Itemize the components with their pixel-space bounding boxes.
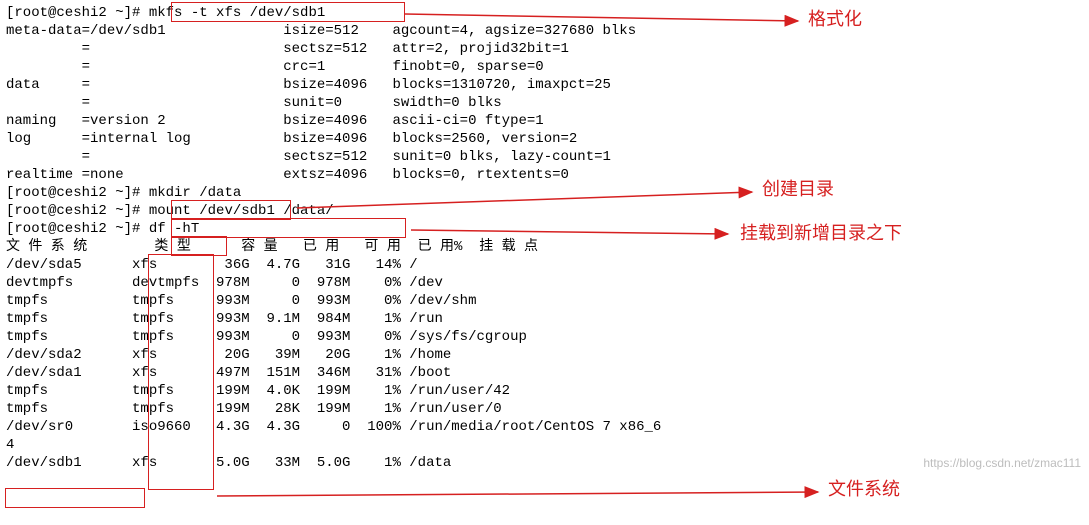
- df-row-9: /dev/sr0 iso9660 4.3G 4.3G 0 100% /run/m…: [6, 418, 1083, 436]
- df-row-7: tmpfs tmpfs 199M 4.0K 199M 1% /run/user/…: [6, 382, 1083, 400]
- df-row-4: tmpfs tmpfs 993M 0 993M 0% /sys/fs/cgrou…: [6, 328, 1083, 346]
- line-mkfs: [root@ceshi2 ~]# mkfs -t xfs /dev/sdb1: [6, 4, 1083, 22]
- box-last-fs: [5, 488, 145, 508]
- line-mount: [root@ceshi2 ~]# mount /dev/sdb1 /data/: [6, 202, 1083, 220]
- cmd-mkdir: mkdir /data: [149, 185, 241, 201]
- mkfs-out-4: = sunit=0 swidth=0 blks: [6, 94, 1083, 112]
- cmd-df: df -hT: [149, 221, 199, 237]
- mkfs-out-0: meta-data=/dev/sdb1 isize=512 agcount=4,…: [6, 22, 1083, 40]
- mkfs-out-3: data = bsize=4096 blocks=1310720, imaxpc…: [6, 76, 1083, 94]
- df-row-3: tmpfs tmpfs 993M 9.1M 984M 1% /run: [6, 310, 1083, 328]
- df-row-8: tmpfs tmpfs 199M 28K 199M 1% /run/user/0: [6, 400, 1083, 418]
- arrow-fs: [214, 478, 826, 500]
- ann-fs: 文件系统: [828, 480, 900, 498]
- df-row-2: tmpfs tmpfs 993M 0 993M 0% /dev/shm: [6, 292, 1083, 310]
- df-row-10: 4: [6, 436, 1083, 454]
- mkfs-out-6: log =internal log bsize=4096 blocks=2560…: [6, 130, 1083, 148]
- cmd-mkfs: mkfs -t xfs /dev/sdb1: [149, 5, 325, 21]
- line-mkdir: [root@ceshi2 ~]# mkdir /data: [6, 184, 1083, 202]
- terminal-output: [root@ceshi2 ~]# mkfs -t xfs /dev/sdb1 m…: [6, 4, 1083, 472]
- ann-mount: 挂载到新增目录之下: [740, 224, 902, 242]
- df-row-11: /dev/sdb1 xfs 5.0G 33M 5.0G 1% /data: [6, 454, 1083, 472]
- df-row-1: devtmpfs devtmpfs 978M 0 978M 0% /dev: [6, 274, 1083, 292]
- df-row-0: /dev/sda5 xfs 36G 4.7G 31G 14% /: [6, 256, 1083, 274]
- mkfs-out-8: realtime =none extsz=4096 blocks=0, rtex…: [6, 166, 1083, 184]
- line-df: [root@ceshi2 ~]# df -hT: [6, 220, 1083, 238]
- ann-mkdir: 创建目录: [762, 180, 834, 198]
- mkfs-out-7: = sectsz=512 sunit=0 blks, lazy-count=1: [6, 148, 1083, 166]
- df-row-6: /dev/sda1 xfs 497M 151M 346M 31% /boot: [6, 364, 1083, 382]
- cmd-mount: mount /dev/sdb1 /data/: [149, 203, 334, 219]
- ann-format: 格式化: [808, 10, 862, 28]
- mkfs-out-2: = crc=1 finobt=0, sparse=0: [6, 58, 1083, 76]
- mkfs-out-1: = sectsz=512 attr=2, projid32bit=1: [6, 40, 1083, 58]
- watermark: https://blog.csdn.net/zmac111: [923, 454, 1081, 472]
- mkfs-out-5: naming =version 2 bsize=4096 ascii-ci=0 …: [6, 112, 1083, 130]
- df-row-5: /dev/sda2 xfs 20G 39M 20G 1% /home: [6, 346, 1083, 364]
- df-header: 文 件 系 统 类 型 容 量 已 用 可 用 已 用% 挂 载 点: [6, 238, 1083, 256]
